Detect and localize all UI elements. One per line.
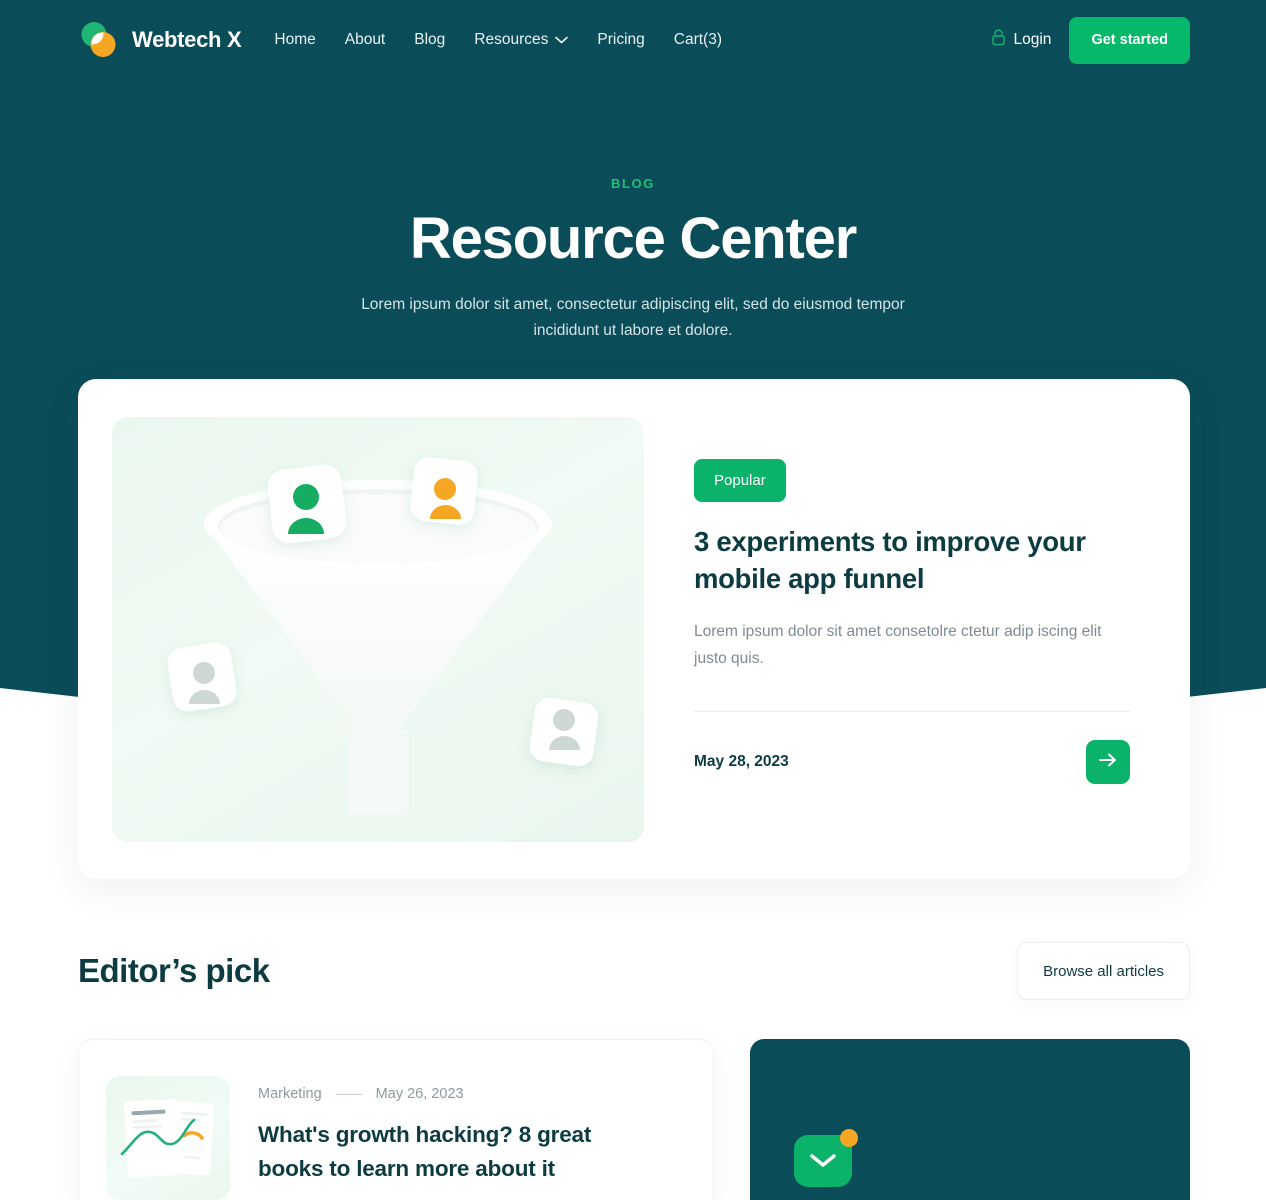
featured-article-card[interactable]: Popular 3 experiments to improve your mo…: [78, 379, 1190, 879]
meta-dash-divider: [335, 1093, 362, 1095]
featured-article-date: May 28, 2023: [694, 752, 789, 770]
read-more-button[interactable]: [1086, 739, 1130, 784]
nav-link-home[interactable]: Home: [274, 31, 315, 49]
article-title: What's growth hacking? 8 great books to …: [258, 1122, 592, 1181]
nav-link-cart[interactable]: Cart(3): [674, 31, 722, 49]
editors-pick-title: Editor’s pick: [78, 952, 270, 989]
article-card-body: Marketing May 26, 2023 What's growth hac…: [258, 1076, 658, 1200]
article-category: Marketing: [258, 1086, 322, 1102]
nav-link-label: Home: [274, 31, 316, 48]
browse-all-articles-button[interactable]: Browse all articles: [1017, 942, 1190, 1000]
featured-article-body: Popular 3 experiments to improve your mo…: [644, 379, 1190, 879]
notification-dot-icon: [840, 1129, 858, 1147]
page-root: Webtech X Home About Blog Resources Pric…: [0, 0, 1266, 1200]
leaf-circle-logo-icon: [78, 19, 120, 61]
featured-article-footer: May 28, 2023: [694, 739, 1130, 784]
documents-chart-illustration-icon: [106, 1076, 230, 1200]
nav-link-label: Resources: [474, 31, 549, 48]
featured-article-description: Lorem ipsum dolor sit amet consetolre ct…: [694, 623, 1102, 667]
page-title: Resource Center: [409, 206, 857, 271]
brand-name: Webtech X: [132, 27, 242, 52]
nav-link-pricing[interactable]: Pricing: [597, 31, 644, 49]
divider: [694, 710, 1130, 712]
hero-eyebrow: BLOG: [611, 176, 655, 191]
article-card[interactable]: Marketing May 26, 2023 What's growth hac…: [78, 1039, 714, 1200]
featured-article-title: 3 experiments to improve your mobile app…: [694, 526, 1086, 595]
status-badge: Popular: [694, 459, 786, 502]
funnel-illustration-icon: [112, 417, 644, 842]
nav-link-label: Pricing: [597, 31, 645, 48]
login-label: Login: [1013, 31, 1052, 48]
get-started-button[interactable]: Get started: [1069, 16, 1190, 64]
nav-link-label: Blog: [414, 31, 446, 48]
nav-links: Home About Blog Resources Pricing Cart(3…: [274, 31, 722, 49]
nav-link-label: Cart(3): [673, 31, 722, 48]
article-date: May 26, 2023: [375, 1086, 464, 1102]
hero-section: BLOG Resource Center Lorem ipsum dolor s…: [0, 176, 1266, 343]
arrow-right-icon: [1098, 752, 1118, 771]
envelope-notification-icon: [794, 1129, 858, 1187]
nav-link-resources[interactable]: Resources: [474, 31, 569, 49]
top-navigation: Webtech X Home About Blog Resources Pric…: [0, 0, 1266, 80]
nav-link-label: About: [344, 31, 386, 48]
article-meta: Marketing May 26, 2023: [258, 1086, 658, 1102]
lock-icon: [991, 29, 1006, 51]
brand-logo[interactable]: Webtech X: [78, 19, 242, 61]
nav-actions: Login Get started: [991, 16, 1190, 64]
login-link[interactable]: Login: [991, 29, 1052, 51]
nav-link-about[interactable]: About: [345, 31, 386, 49]
newsletter-card[interactable]: [750, 1039, 1190, 1200]
editors-pick-header: Editor’s pick Browse all articles: [78, 940, 1190, 1002]
nav-link-blog[interactable]: Blog: [414, 31, 445, 49]
chevron-down-icon: [555, 31, 569, 49]
hero-subtitle: Lorem ipsum dolor sit amet, consectetur …: [361, 295, 905, 339]
